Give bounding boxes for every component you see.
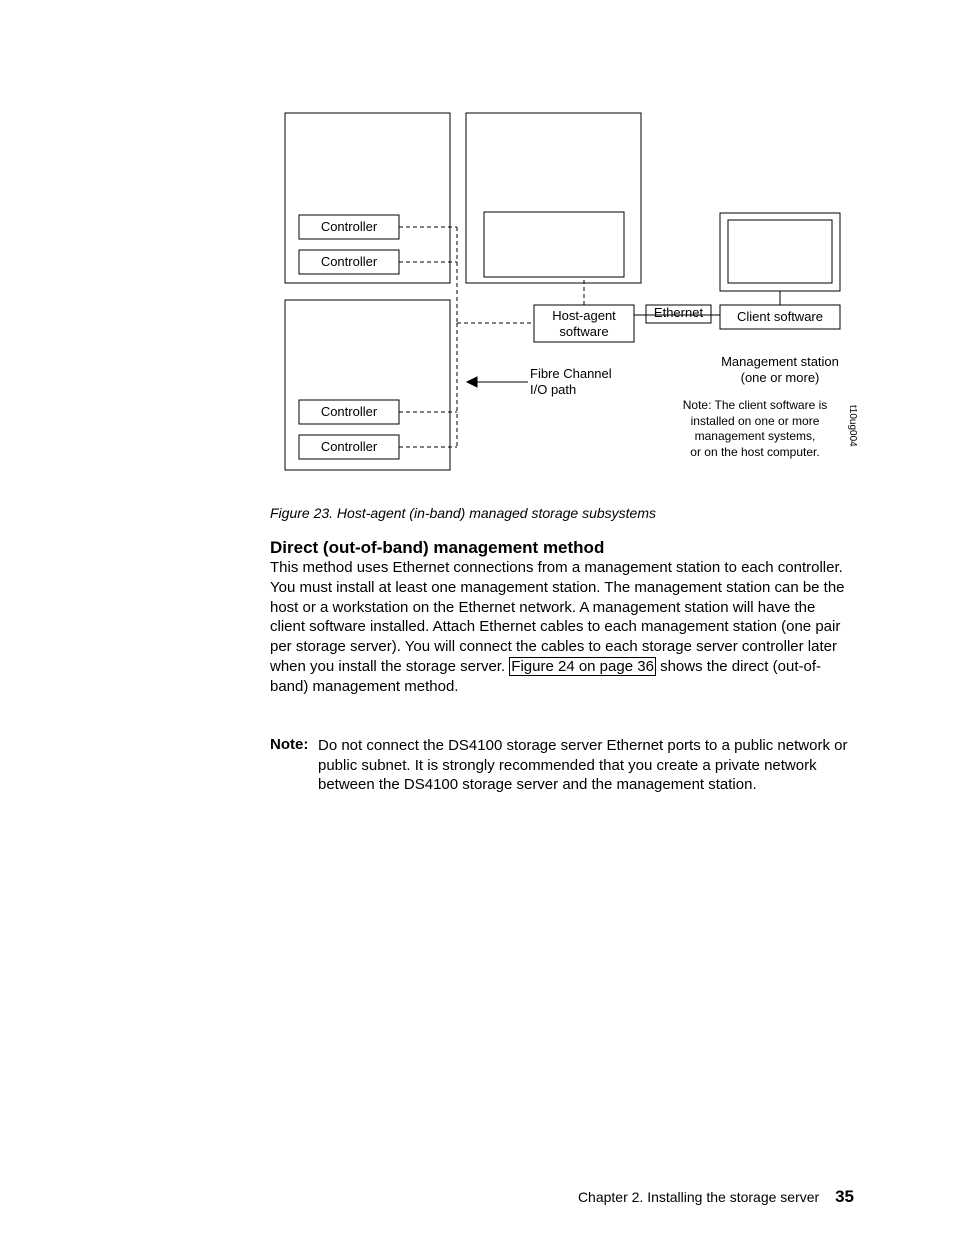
controller-label: Controller — [299, 439, 399, 455]
figure-caption: Figure 23. Host-agent (in-band) managed … — [270, 505, 854, 521]
page-number: 35 — [835, 1187, 854, 1206]
host-agent-label: Host-agentsoftware — [534, 308, 634, 341]
controller-label: Controller — [299, 254, 399, 270]
note-body: Do not connect the DS4100 storage server… — [318, 736, 854, 795]
diagram-id: t10ug004 — [847, 405, 858, 447]
mgmt-station-label: Management station(one or more) — [700, 354, 860, 387]
footer-text: Chapter 2. Installing the storage server — [578, 1189, 819, 1205]
page-footer: Chapter 2. Installing the storage server… — [0, 1187, 854, 1207]
controller-label: Controller — [299, 219, 399, 235]
client-software-label: Client software — [720, 309, 840, 325]
ethernet-label: Ethernet — [646, 305, 711, 321]
note-paragraph: Note: Do not connect the DS4100 storage … — [270, 735, 854, 795]
body-paragraph: This method uses Ethernet connections fr… — [270, 558, 854, 697]
cross-reference-link[interactable]: Figure 24 on page 36 — [509, 657, 656, 676]
section-heading: Direct (out-of-band) management method — [270, 538, 854, 558]
fibre-channel-label: Fibre ChannelI/O path — [530, 366, 640, 399]
client-note-text: Note: The client software isinstalled on… — [660, 398, 850, 460]
controller-label: Controller — [299, 404, 399, 420]
note-label: Note: — [270, 736, 308, 753]
